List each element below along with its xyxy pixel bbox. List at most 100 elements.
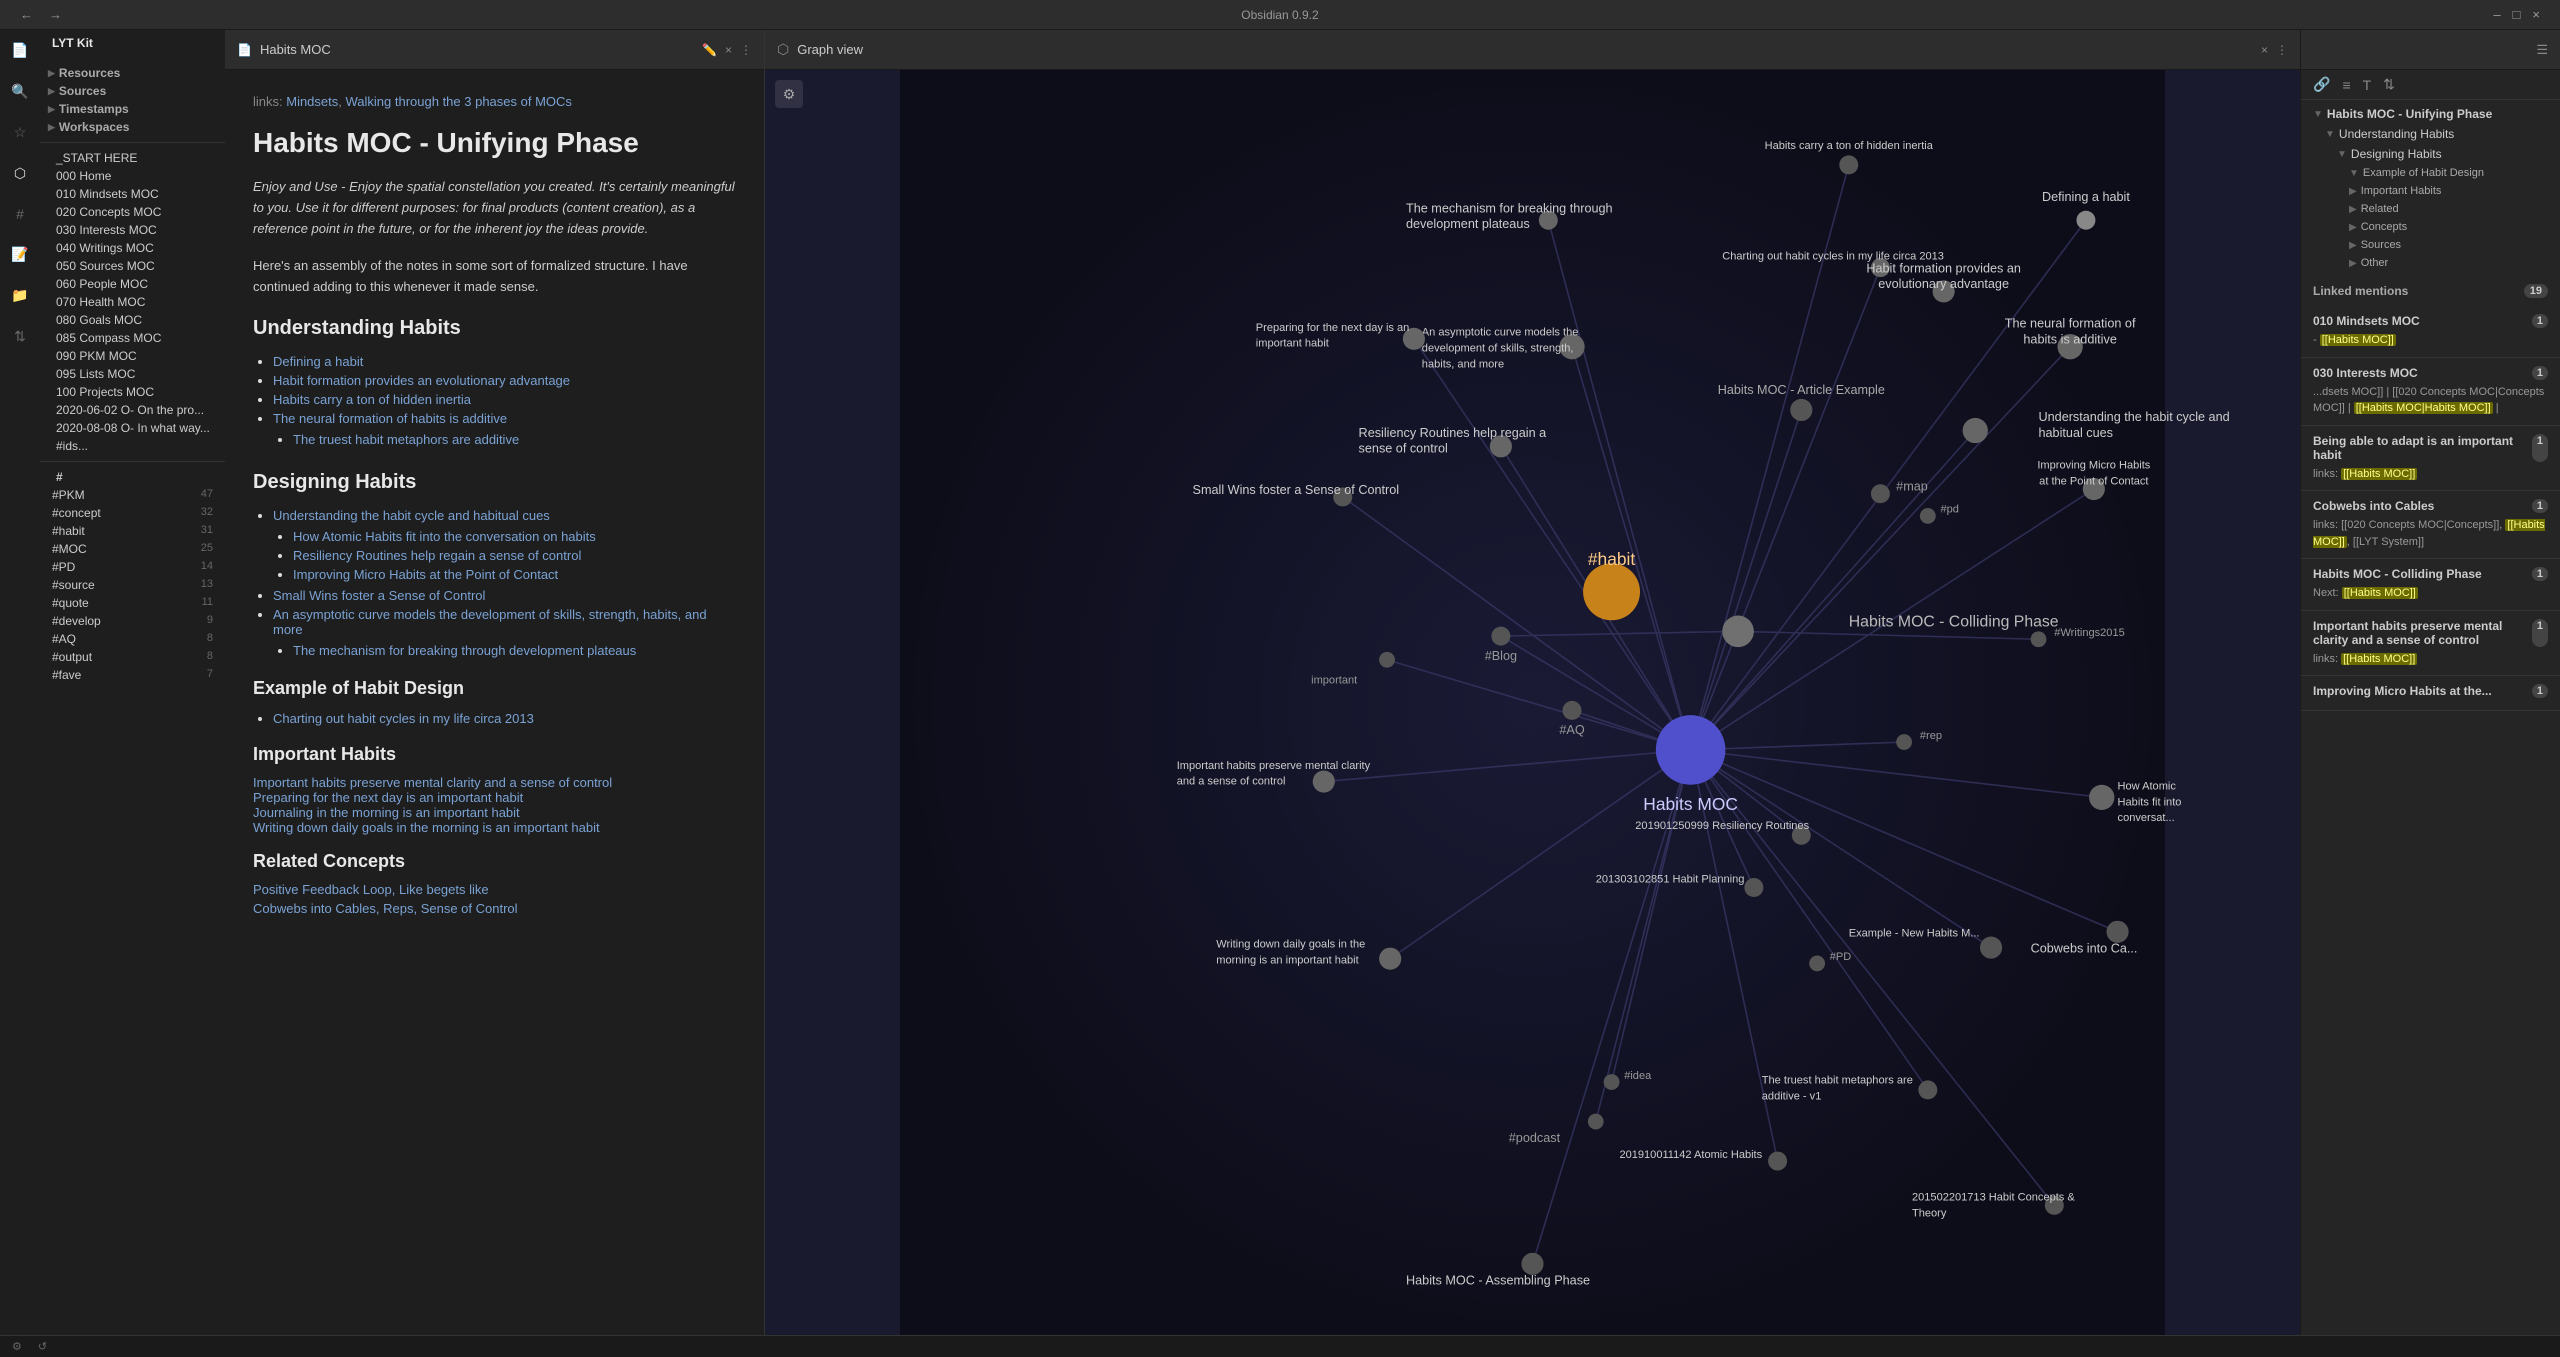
- forward-button[interactable]: →: [49, 7, 62, 22]
- mention-010-title[interactable]: 010 Mindsets MOC: [2313, 314, 2420, 328]
- outline-item-example[interactable]: ▼ Example of Habit Design: [2301, 164, 2560, 182]
- mention-030-title[interactable]: 030 Interests MOC: [2313, 366, 2418, 380]
- file-tree: Resources Sources Timestamps Workspaces …: [40, 56, 225, 1335]
- linked-mentions-header[interactable]: Linked mentions 19: [2301, 276, 2560, 306]
- list-icon[interactable]: ≡: [2342, 77, 2350, 93]
- file-start-here[interactable]: _START HERE: [40, 149, 225, 167]
- outline-item-root[interactable]: ▼ Habits MOC - Unifying Phase: [2301, 104, 2560, 124]
- mention-adapt-title[interactable]: Being able to adapt is an important habi…: [2313, 434, 2532, 462]
- new-file-icon[interactable]: 📝: [7, 242, 32, 267]
- tag-concept[interactable]: #concept 32: [40, 504, 225, 522]
- edit-icon[interactable]: ✏️: [702, 43, 717, 57]
- mention-improving-title[interactable]: Improving Micro Habits at the...: [2313, 684, 2492, 698]
- tag-fave[interactable]: #fave 7: [40, 666, 225, 684]
- link-sense-control[interactable]: Sense of Control: [421, 901, 518, 916]
- file-070-health[interactable]: 070 Health MOC: [40, 293, 225, 311]
- text-icon[interactable]: T: [2363, 77, 2372, 93]
- minimize-button[interactable]: –: [2493, 7, 2500, 22]
- tag-pd[interactable]: #PD 14: [40, 558, 225, 576]
- svg-text:#Blog: #Blog: [1485, 649, 1517, 663]
- link-small-wins[interactable]: Small Wins foster a Sense of Control: [273, 588, 485, 603]
- file-060-people[interactable]: 060 People MOC: [40, 275, 225, 293]
- file-030-interests[interactable]: 030 Interests MOC: [40, 221, 225, 239]
- editor-close-icon[interactable]: ×: [725, 43, 732, 57]
- graph-more-icon[interactable]: ⋮: [2276, 43, 2288, 57]
- file-040-writings[interactable]: 040 Writings MOC: [40, 239, 225, 257]
- file-050-sources[interactable]: 050 Sources MOC: [40, 257, 225, 275]
- file-100-projects[interactable]: 100 Projects MOC: [40, 383, 225, 401]
- search-icon[interactable]: 🔍: [7, 79, 32, 104]
- link-icon[interactable]: 🔗: [2313, 76, 2330, 93]
- file-2020-0808[interactable]: 2020-08-08 O- In what way...: [40, 419, 225, 437]
- file-090-pkm[interactable]: 090 PKM MOC: [40, 347, 225, 365]
- outline-item-related[interactable]: ▶ Related: [2301, 200, 2560, 218]
- mention-cobwebs-title[interactable]: Cobwebs into Cables: [2313, 499, 2434, 513]
- sort-rp-icon[interactable]: ⇅: [2383, 76, 2395, 93]
- files-icon[interactable]: 📄: [7, 38, 32, 63]
- tag-pkm[interactable]: #PKM 47: [40, 486, 225, 504]
- mention-mental-title[interactable]: Important habits preserve mental clarity…: [2313, 619, 2532, 647]
- link-break-plateaus[interactable]: The mechanism for breaking through devel…: [293, 643, 636, 658]
- link-neural-formation[interactable]: The neural formation of habits is additi…: [273, 411, 507, 426]
- link-mindsets[interactable]: Mindsets: [286, 94, 338, 109]
- link-truest-metaphors[interactable]: The truest habit metaphors are additive: [293, 432, 519, 447]
- tag-aq[interactable]: #AQ 8: [40, 630, 225, 648]
- file-080-goals[interactable]: 080 Goals MOC: [40, 311, 225, 329]
- file-2020-0602[interactable]: 2020-06-02 O- On the pro...: [40, 401, 225, 419]
- link-habit-cycle-cues[interactable]: Understanding the habit cycle and habitu…: [273, 508, 550, 523]
- sort-icon[interactable]: ⇅: [10, 324, 30, 349]
- close-button[interactable]: ×: [2532, 7, 2540, 22]
- link-evolutionary[interactable]: Habit formation provides an evolutionary…: [273, 373, 570, 388]
- link-resiliency[interactable]: Resiliency Routines help regain a sense …: [293, 548, 581, 563]
- tags-icon[interactable]: #: [12, 202, 28, 226]
- star-icon[interactable]: ☆: [10, 120, 31, 145]
- link-positive-feedback[interactable]: Positive Feedback Loop: [253, 882, 392, 897]
- maximize-button[interactable]: □: [2513, 7, 2521, 22]
- file-095-lists[interactable]: 095 Lists MOC: [40, 365, 225, 383]
- link-like-begets[interactable]: Like begets like: [399, 882, 489, 897]
- link-reps[interactable]: Reps: [383, 901, 413, 916]
- link-hidden-inertia[interactable]: Habits carry a ton of hidden inertia: [273, 392, 471, 407]
- sidebar-section-resources[interactable]: Resources: [40, 64, 225, 82]
- link-preparing-day[interactable]: Preparing for the next day is an importa…: [253, 790, 523, 805]
- link-asymptotic[interactable]: An asymptotic curve models the developme…: [273, 607, 707, 637]
- mention-colliding-title[interactable]: Habits MOC - Colliding Phase: [2313, 567, 2482, 581]
- sidebar-section-timestamps[interactable]: Timestamps: [40, 100, 225, 118]
- file-020-concepts[interactable]: 020 Concepts MOC: [40, 203, 225, 221]
- graph-icon[interactable]: ⬡: [10, 161, 30, 186]
- outline-item-understanding[interactable]: ▼ Understanding Habits: [2301, 124, 2560, 144]
- tag-quote[interactable]: #quote 11: [40, 594, 225, 612]
- outline-item-other[interactable]: ▶ Other: [2301, 254, 2560, 272]
- link-mental-clarity[interactable]: Important habits preserve mental clarity…: [253, 775, 612, 790]
- file-010-mindsets[interactable]: 010 Mindsets MOC: [40, 185, 225, 203]
- tag-moc[interactable]: #MOC 25: [40, 540, 225, 558]
- link-improving-micro[interactable]: Improving Micro Habits at the Point of C…: [293, 567, 558, 582]
- tag-source[interactable]: #source 13: [40, 576, 225, 594]
- outline-item-concepts[interactable]: ▶ Concepts: [2301, 218, 2560, 236]
- file-085-compass[interactable]: 085 Compass MOC: [40, 329, 225, 347]
- graph-close-icon[interactable]: ×: [2261, 43, 2268, 57]
- tag-habit[interactable]: #habit 31: [40, 522, 225, 540]
- tag-hash[interactable]: #: [40, 468, 225, 486]
- sidebar-section-workspaces[interactable]: Workspaces: [40, 118, 225, 136]
- sidebar-section-sources[interactable]: Sources: [40, 82, 225, 100]
- link-journaling[interactable]: Journaling in the morning is an importan…: [253, 805, 520, 820]
- tag-output[interactable]: #output 8: [40, 648, 225, 666]
- link-defining-habit[interactable]: Defining a habit: [273, 354, 363, 369]
- file-ids[interactable]: #ids...: [40, 437, 225, 455]
- outline-item-sources[interactable]: ▶ Sources: [2301, 236, 2560, 254]
- outline-item-important[interactable]: ▶ Important Habits: [2301, 182, 2560, 200]
- outline-item-designing[interactable]: ▼ Designing Habits: [2301, 144, 2560, 164]
- link-cobwebs[interactable]: Cobwebs into Cables: [253, 901, 376, 916]
- tag-develop[interactable]: #develop 9: [40, 612, 225, 630]
- link-writing-goals[interactable]: Writing down daily goals in the morning …: [253, 820, 600, 835]
- file-000-home[interactable]: 000 Home: [40, 167, 225, 185]
- link-phases[interactable]: Walking through the 3 phases of MOCs: [346, 94, 572, 109]
- graph-settings-button[interactable]: ⚙: [775, 80, 803, 108]
- back-button[interactable]: ←: [20, 7, 33, 22]
- editor-more-icon[interactable]: ⋮: [740, 43, 752, 57]
- graph-canvas[interactable]: ⚙: [765, 70, 2300, 1335]
- link-charting-cycles[interactable]: Charting out habit cycles in my life cir…: [273, 711, 534, 726]
- link-atomic-habits[interactable]: How Atomic Habits fit into the conversat…: [293, 529, 596, 544]
- new-folder-icon[interactable]: 📁: [7, 283, 32, 308]
